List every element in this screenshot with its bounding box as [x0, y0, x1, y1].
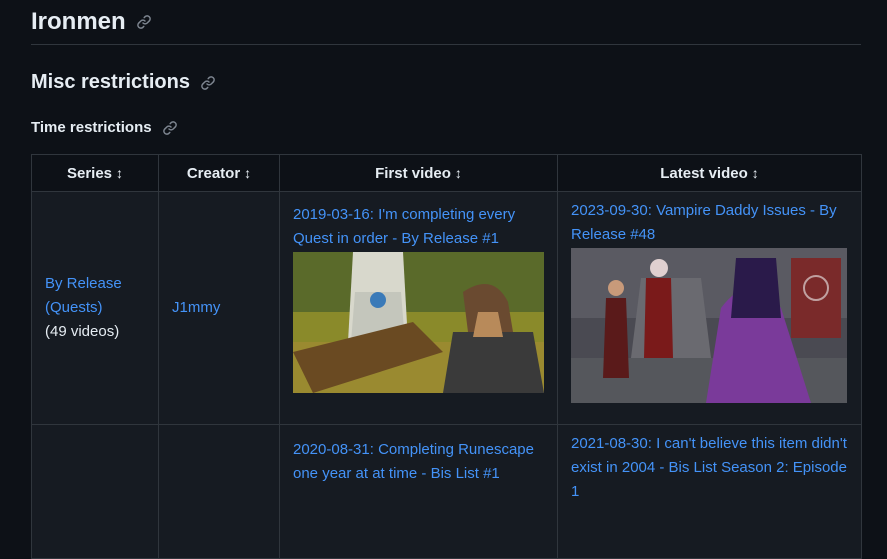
- sort-arrows-icon: ↕: [244, 164, 252, 181]
- series-video-count: (49 videos): [45, 323, 120, 340]
- sort-arrows-icon: ↕: [751, 164, 759, 181]
- latest-video-cell: 2023-09-30: Vampire Daddy Issues - By Re…: [557, 191, 862, 425]
- anchor-link-icon[interactable]: [200, 75, 216, 91]
- first-video-link[interactable]: 2019-03-16: I'm completing every Quest i…: [293, 206, 515, 247]
- creator-link[interactable]: J1mmy: [172, 299, 220, 316]
- series-cell: By Release (Quests) (49 videos): [31, 191, 159, 425]
- column-header-series[interactable]: Series ↕: [31, 154, 159, 192]
- heading-time-restrictions: Time restrictions: [31, 119, 178, 136]
- anchor-link-icon[interactable]: [162, 120, 178, 136]
- column-header-latest-video[interactable]: Latest video ↕: [557, 154, 862, 192]
- first-video-link[interactable]: 2020-08-31: Completing Runescape one yea…: [293, 441, 534, 482]
- series-link[interactable]: By Release (Quests): [45, 275, 122, 316]
- anchor-link-icon[interactable]: [136, 14, 152, 30]
- series-table: Series ↕ Creator ↕ First video ↕ Latest vid…: [31, 154, 862, 559]
- table-row: By Release (Quests) (49 videos) J1mmy 20…: [31, 191, 862, 425]
- column-header-creator[interactable]: Creator ↕: [158, 154, 280, 192]
- latest-video-link[interactable]: 2023-09-30: Vampire Daddy Issues - By Re…: [571, 202, 837, 243]
- first-video-thumbnail[interactable]: [293, 252, 544, 393]
- heading-misc-restrictions: Misc restrictions: [31, 71, 216, 94]
- sort-arrows-icon: ↕: [116, 164, 124, 181]
- creator-cell: J1mmy: [158, 191, 280, 425]
- sort-arrows-icon: ↕: [454, 164, 462, 181]
- heading-ironmen: Ironmen: [31, 8, 152, 36]
- latest-video-thumbnail[interactable]: [571, 248, 847, 403]
- heading-ironmen-text: Ironmen: [31, 8, 126, 35]
- first-video-cell: 2019-03-16: I'm completing every Quest i…: [279, 191, 558, 425]
- heading-divider: [31, 44, 861, 45]
- heading-time-text: Time restrictions: [31, 119, 152, 136]
- table-header-row: Series ↕ Creator ↕ First video ↕ Latest vid…: [31, 154, 862, 192]
- latest-video-link[interactable]: 2021-08-30: I can't believe this item di…: [571, 435, 847, 500]
- column-header-first-video[interactable]: First video ↕: [279, 154, 558, 192]
- heading-misc-text: Misc restrictions: [31, 71, 190, 93]
